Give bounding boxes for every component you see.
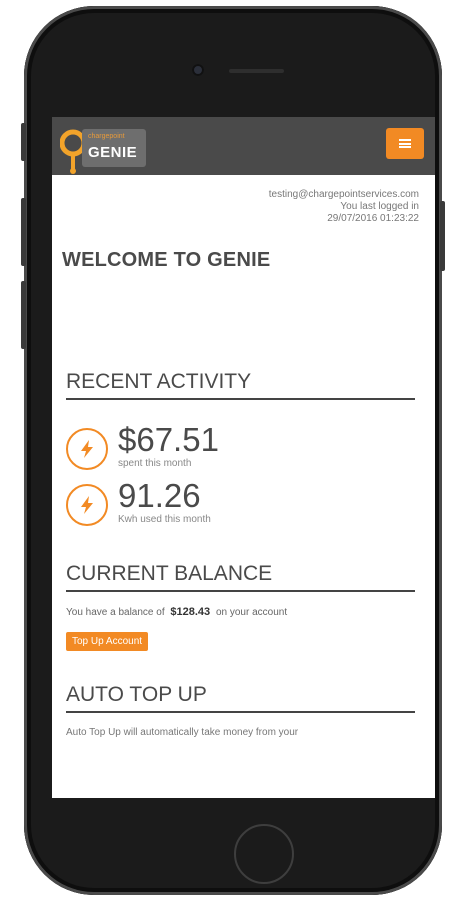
power-button xyxy=(440,201,445,271)
current-balance-title: CURRENT BALANCE xyxy=(66,562,415,592)
balance-line: You have a balance of $128.43 on your ac… xyxy=(66,606,435,618)
balance-suffix: on your account xyxy=(215,607,288,618)
mute-switch xyxy=(21,123,26,161)
user-info: testing@chargepointservices.com You last… xyxy=(52,175,435,225)
menu-button[interactable] xyxy=(386,128,424,159)
kwh-value: 91.26 xyxy=(118,477,201,514)
lightning-icon xyxy=(66,484,108,526)
genie-logo[interactable]: chargepoint GENIE xyxy=(60,125,155,175)
balance-prefix: You have a balance of xyxy=(66,607,165,618)
auto-top-up-title: AUTO TOP UP xyxy=(66,683,415,713)
hamburger-icon xyxy=(399,139,411,148)
balance-amount: $128.43 xyxy=(170,606,211,618)
last-login-time: 29/07/2016 01:23:22 xyxy=(327,213,419,224)
top-up-account-button[interactable]: Top Up Account xyxy=(66,632,149,651)
volume-up-button xyxy=(21,198,26,266)
logo-text: GENIE xyxy=(88,144,138,161)
user-email: testing@chargepointservices.com xyxy=(268,189,419,200)
stat-kwh: 91.26 Kwh used this month xyxy=(66,478,435,526)
app-header: chargepoint GENIE xyxy=(52,117,435,175)
front-camera xyxy=(192,64,204,76)
home-button[interactable] xyxy=(234,824,294,884)
stat-spent: $67.51 spent this month xyxy=(66,422,435,470)
earpiece-speaker xyxy=(229,69,284,73)
recent-activity-title: RECENT ACTIVITY xyxy=(66,370,415,400)
spent-label: spent this month xyxy=(118,458,192,469)
volume-down-button xyxy=(21,281,26,349)
lightning-icon xyxy=(66,428,108,470)
auto-top-up-description: Auto Top Up will automatically take mone… xyxy=(66,727,299,738)
page-title: WELCOME TO GENIE xyxy=(62,249,271,271)
spent-value: $67.51 xyxy=(118,421,219,458)
phone-screen: chargepoint GENIE testing@chargepointser… xyxy=(52,117,435,798)
last-login-label: You last logged in xyxy=(340,201,419,212)
kwh-label: Kwh used this month xyxy=(118,514,211,525)
logo-subtitle: chargepoint xyxy=(88,133,125,140)
